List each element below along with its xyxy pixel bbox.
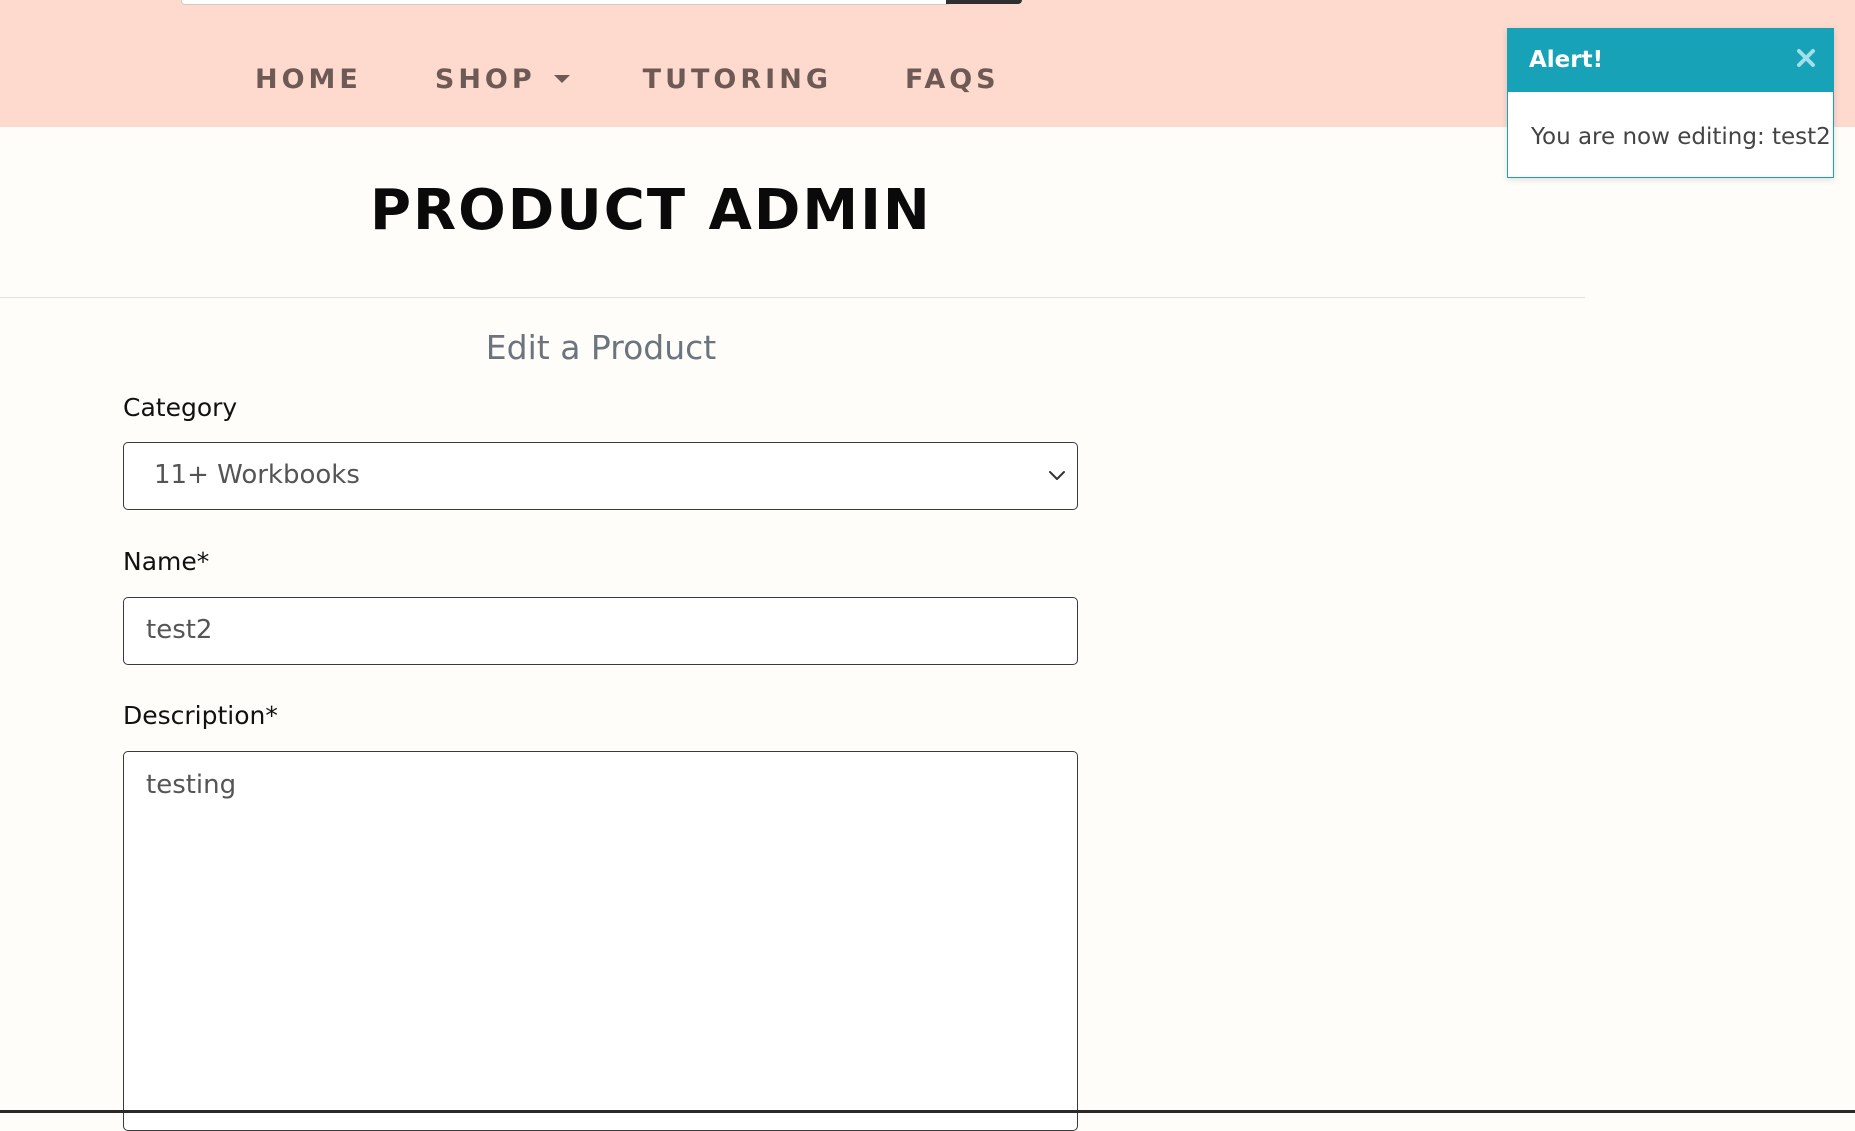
name-label: Name* xyxy=(123,547,210,576)
caret-down-icon xyxy=(553,75,570,83)
alert-toast: Alert! You are now editing: test2 xyxy=(1507,28,1834,178)
name-field-value: test2 xyxy=(146,615,213,645)
section-subtitle: Edit a Product xyxy=(485,328,717,367)
nav-item-label: SHOP xyxy=(434,63,536,95)
nav-item-home[interactable]: HOME xyxy=(255,64,362,95)
nav-item-tutoring[interactable]: TUTORING xyxy=(643,64,832,95)
category-label: Category xyxy=(123,393,238,422)
name-field[interactable]: test2 xyxy=(123,597,1078,665)
category-select[interactable]: 11+ Workbooks xyxy=(123,442,1078,510)
description-field-value: testing xyxy=(146,770,237,800)
nav-item-label: FAQS xyxy=(904,63,1000,95)
category-selected-value: 11+ Workbooks xyxy=(154,460,360,490)
nav-item-label: HOME xyxy=(255,63,362,95)
toast-header: Alert! xyxy=(1508,29,1833,92)
nav-item-shop[interactable]: SHOP xyxy=(435,64,570,95)
search-input[interactable] xyxy=(181,0,951,5)
nav-item-faqs[interactable]: FAQS xyxy=(905,64,1000,95)
nav-item-label: TUTORING xyxy=(642,63,832,95)
chevron-down-icon xyxy=(1049,471,1065,480)
toast-title: Alert! xyxy=(1529,47,1604,73)
page-title: PRODUCT ADMIN xyxy=(370,178,932,243)
description-field[interactable]: testing xyxy=(123,751,1078,1131)
toast-message: You are now editing: test2 xyxy=(1531,124,1831,150)
description-label: Description* xyxy=(123,701,278,730)
divider xyxy=(0,297,1585,298)
close-icon[interactable] xyxy=(1795,47,1817,69)
search-button[interactable] xyxy=(946,0,1022,4)
main-nav: HOME SHOP TUTORING FAQS xyxy=(255,60,1073,98)
